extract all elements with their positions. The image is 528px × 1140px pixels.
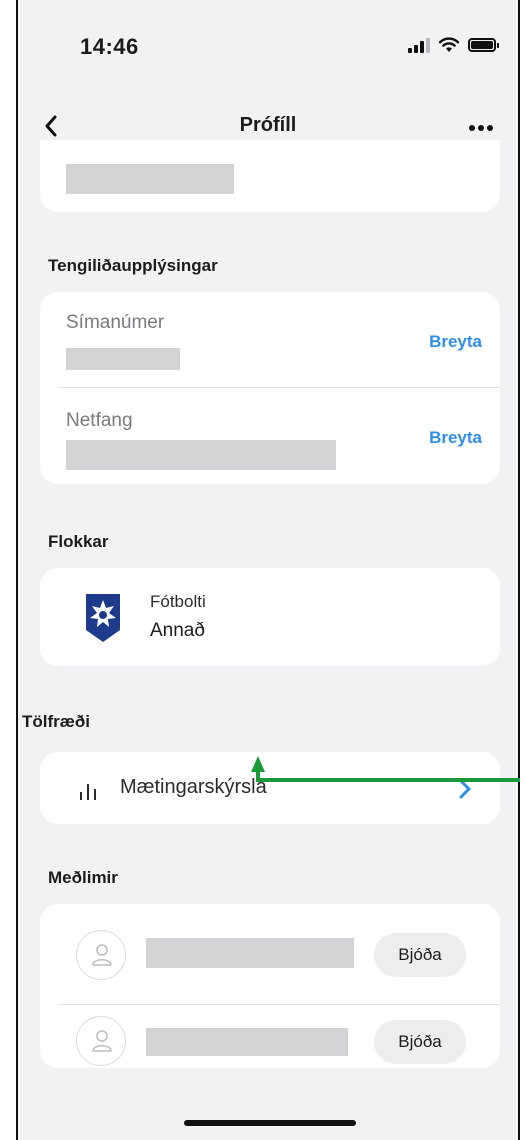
annotation-arrow: [251, 756, 520, 782]
